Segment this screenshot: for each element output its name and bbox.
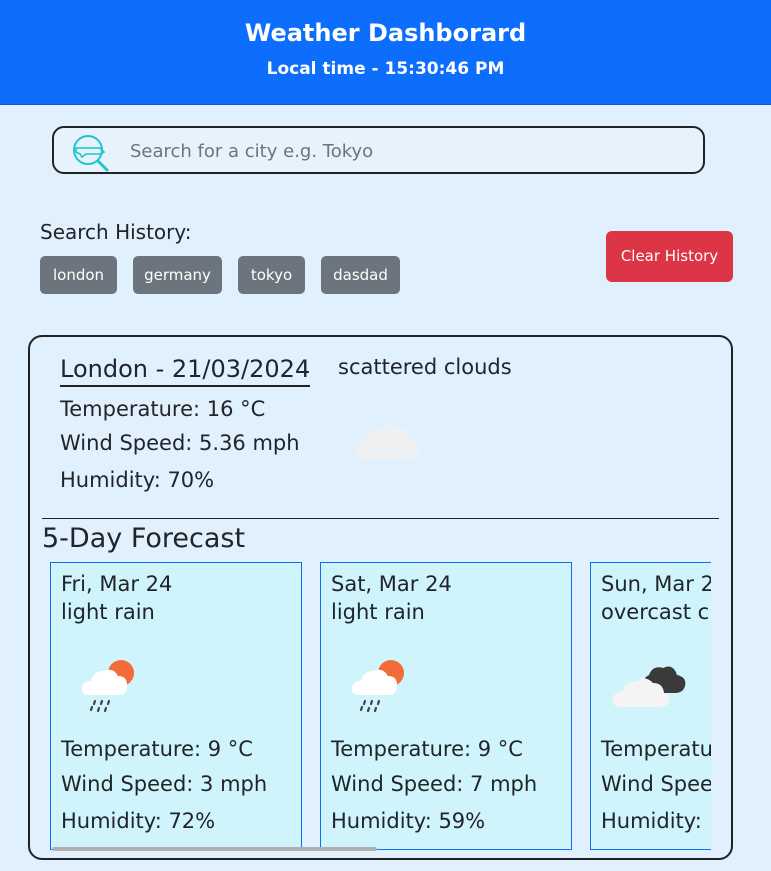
forecast-wind: Wind Spee — [601, 772, 711, 796]
forecast-card: Sat, Mar 24 light rain Temperature: 9 °C… — [320, 562, 572, 850]
forecast-temperature: Temperatu — [601, 737, 711, 761]
overcast-clouds-icon — [611, 651, 686, 715]
current-temperature: Temperature: 16 °C — [60, 397, 266, 421]
cloud-icon — [352, 415, 422, 465]
forecast-humidity: Humidity: 72% — [61, 809, 216, 833]
forecast-title: 5-Day Forecast — [42, 523, 246, 554]
divider — [42, 518, 719, 519]
forecast-date: Fri, Mar 24 — [61, 572, 173, 596]
forecast-description: overcast cl — [601, 600, 711, 624]
rain-sun-icon — [77, 651, 147, 715]
current-wind: Wind Speed: 5.36 mph — [60, 431, 300, 455]
history-item-germany[interactable]: germany — [133, 256, 222, 294]
forecast-card: Sun, Mar 2 overcast cl Temperatu Wind Sp… — [590, 562, 711, 850]
history-item-dasdad[interactable]: dasdad — [321, 256, 400, 294]
weather-card: London - 21/03/2024 scattered clouds Tem… — [28, 335, 733, 860]
current-humidity: Humidity: 70% — [60, 468, 215, 492]
forecast-date: Sun, Mar 2 — [601, 572, 711, 596]
clear-history-button[interactable]: Clear History — [606, 231, 733, 282]
forecast-scroll-area[interactable]: Fri, Mar 24 light rain Temperature: 9 °C… — [50, 561, 711, 853]
forecast-scrollbar[interactable] — [52, 847, 377, 851]
forecast-temperature: Temperature: 9 °C — [331, 737, 523, 761]
forecast-description: light rain — [331, 600, 425, 624]
page-header: Weather Dashborard Local time - 15:30:46… — [0, 0, 771, 105]
history-item-tokyo[interactable]: tokyo — [238, 256, 305, 294]
current-description: scattered clouds — [338, 355, 512, 379]
local-time: Local time - 15:30:46 PM — [266, 59, 505, 79]
history-item-london[interactable]: london — [40, 256, 117, 294]
forecast-description: light rain — [61, 600, 155, 624]
forecast-humidity: Humidity: 59% — [331, 809, 486, 833]
search-history-title: Search History: — [40, 220, 192, 244]
current-city-title: London - 21/03/2024 — [60, 355, 311, 387]
forecast-wind: Wind Speed: 7 mph — [331, 772, 538, 796]
forecast-card: Fri, Mar 24 light rain Temperature: 9 °C… — [50, 562, 302, 850]
forecast-wind: Wind Speed: 3 mph — [61, 772, 268, 796]
search-box[interactable] — [52, 126, 705, 174]
search-icon[interactable] — [70, 133, 112, 173]
rain-sun-icon — [347, 651, 417, 715]
search-input[interactable] — [128, 136, 692, 166]
forecast-temperature: Temperature: 9 °C — [61, 737, 253, 761]
page-title: Weather Dashborard — [244, 19, 527, 47]
forecast-humidity: Humidity: ! — [601, 809, 711, 833]
forecast-date: Sat, Mar 24 — [331, 572, 452, 596]
